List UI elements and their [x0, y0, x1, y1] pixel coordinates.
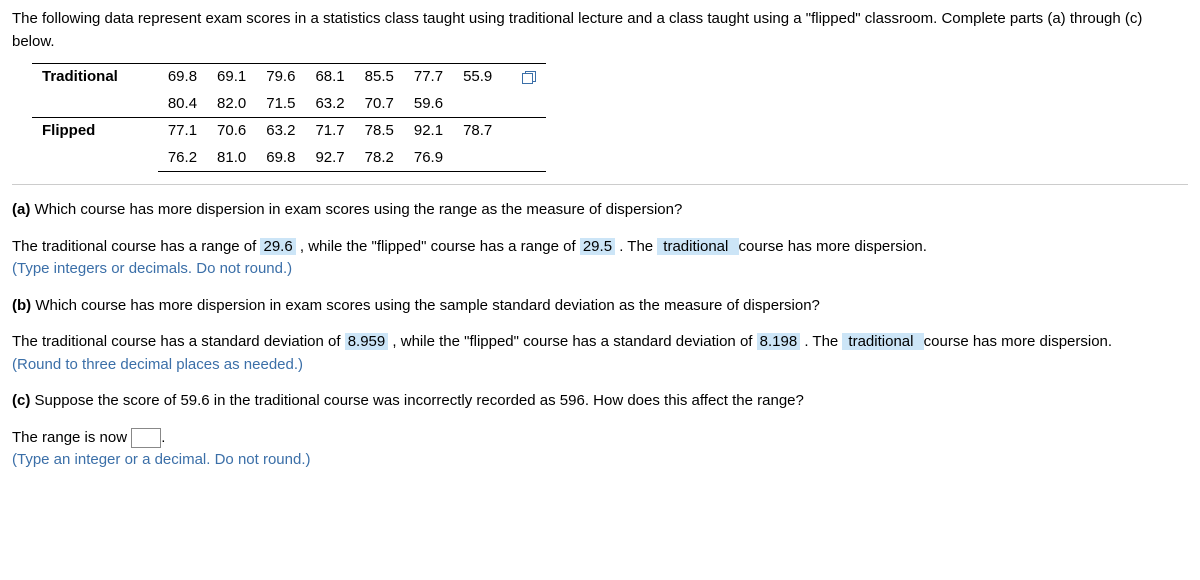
a-answer-range-traditional[interactable]: 29.6	[260, 238, 295, 255]
trad-r2-c1: 80.4	[158, 91, 207, 118]
copy-icon-cell	[502, 64, 546, 91]
flip-r2-c3: 69.8	[256, 145, 305, 172]
flip-r1-c4: 71.7	[305, 118, 354, 145]
flip-r2-c6: 76.9	[404, 145, 453, 172]
trad-r2-c4: 63.2	[305, 91, 354, 118]
trad-r2-c6: 59.6	[404, 91, 453, 118]
part-a-question: (a) Which course has more dispersion in …	[12, 199, 1188, 222]
c-instruction: (Type an integer or a decimal. Do not ro…	[12, 451, 311, 468]
b-instruction: (Round to three decimal places as needed…	[12, 356, 303, 373]
part-a-label: (a)	[12, 201, 30, 218]
c-text2: .	[161, 429, 165, 446]
flip-r2-c5: 78.2	[355, 145, 404, 172]
part-a-answer: The traditional course has a range of 29…	[12, 236, 1188, 281]
part-c-label: (c)	[12, 392, 30, 409]
a-answer-dropdown[interactable]: traditional	[657, 238, 738, 255]
flip-r2-c7	[453, 145, 502, 172]
b-answer-sd-traditional[interactable]: 8.959	[345, 333, 389, 350]
copy-icon[interactable]	[522, 71, 536, 83]
flip-r2-c1: 76.2	[158, 145, 207, 172]
trad-r1-c5: 85.5	[355, 64, 404, 91]
flip-r1-c1: 77.1	[158, 118, 207, 145]
c-input-range[interactable]	[131, 428, 161, 448]
b-text4: course has more dispersion.	[924, 333, 1112, 350]
part-b-answer: The traditional course has a standard de…	[12, 331, 1188, 376]
b-text2: , while the "flipped" course has a stand…	[388, 333, 756, 350]
trad-r2-c3: 71.5	[256, 91, 305, 118]
a-text4: course has more dispersion.	[739, 238, 927, 255]
trad-r1-c6: 77.7	[404, 64, 453, 91]
b-answer-sd-flipped[interactable]: 8.198	[757, 333, 801, 350]
a-text3: . The	[615, 238, 657, 255]
flipped-label: Flipped	[32, 118, 158, 172]
trad-r2-c2: 82.0	[207, 91, 256, 118]
traditional-label: Traditional	[32, 64, 158, 118]
b-text1: The traditional course has a standard de…	[12, 333, 345, 350]
flip-r2-c2: 81.0	[207, 145, 256, 172]
flip-r1-c7: 78.7	[453, 118, 502, 145]
trad-r2-c7	[453, 91, 502, 118]
divider	[12, 184, 1188, 185]
flip-r1-c5: 78.5	[355, 118, 404, 145]
a-instruction: (Type integers or decimals. Do not round…	[12, 260, 292, 277]
trad-r2-c5: 70.7	[355, 91, 404, 118]
b-answer-dropdown[interactable]: traditional	[842, 333, 923, 350]
trad-r1-c2: 69.1	[207, 64, 256, 91]
trad-r1-c4: 68.1	[305, 64, 354, 91]
c-text1: The range is now	[12, 429, 131, 446]
part-c-answer: The range is now . (Type an integer or a…	[12, 427, 1188, 472]
a-text2: , while the "flipped" course has a range…	[296, 238, 580, 255]
data-table: Traditional 69.8 69.1 79.6 68.1 85.5 77.…	[32, 63, 546, 172]
trad-r1-c1: 69.8	[158, 64, 207, 91]
trad-r1-c7: 55.9	[453, 64, 502, 91]
part-c-text: Suppose the score of 59.6 in the traditi…	[30, 392, 804, 409]
part-a-text: Which course has more dispersion in exam…	[30, 201, 682, 218]
part-b-text: Which course has more dispersion in exam…	[31, 297, 820, 314]
intro-text: The following data represent exam scores…	[12, 8, 1188, 53]
trad-r1-c3: 79.6	[256, 64, 305, 91]
flip-r1-c2: 70.6	[207, 118, 256, 145]
part-c-question: (c) Suppose the score of 59.6 in the tra…	[12, 390, 1188, 413]
a-text1: The traditional course has a range of	[12, 238, 260, 255]
a-answer-range-flipped[interactable]: 29.5	[580, 238, 615, 255]
b-text3: . The	[800, 333, 842, 350]
flip-r1-c6: 92.1	[404, 118, 453, 145]
flip-r2-c4: 92.7	[305, 145, 354, 172]
flip-r1-c3: 63.2	[256, 118, 305, 145]
part-b-label: (b)	[12, 297, 31, 314]
part-b-question: (b) Which course has more dispersion in …	[12, 295, 1188, 318]
